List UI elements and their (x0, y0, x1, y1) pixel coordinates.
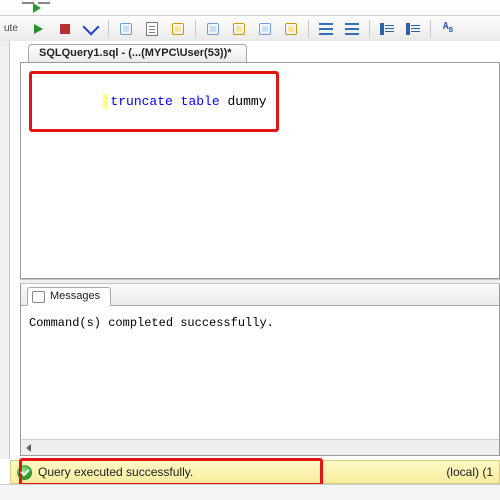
comment-icon (319, 23, 333, 35)
actual-plan-icon (259, 23, 271, 35)
uncomment-icon (345, 23, 359, 35)
execute-label-fragment: ute (4, 23, 18, 34)
toolbar-separator (195, 20, 196, 38)
stop-icon (60, 24, 70, 34)
stop-button[interactable] (54, 18, 76, 40)
increase-indent-button[interactable] (402, 18, 424, 40)
sql-keyword: table (181, 94, 220, 109)
uncomment-button[interactable] (341, 18, 363, 40)
toolbar-separator (430, 20, 431, 38)
sql-identifier: dummy (227, 94, 266, 109)
indent-icon (406, 23, 420, 35)
stats-icon (233, 23, 245, 35)
app-bottom-strip (0, 484, 500, 500)
sql-toolbar: ute AB (0, 15, 500, 41)
sql-keyword: truncate (110, 94, 172, 109)
file-icon (172, 23, 184, 35)
messages-tab[interactable]: Messages (27, 287, 111, 306)
line-highlight (103, 94, 108, 109)
results-text-button[interactable] (141, 18, 163, 40)
toolbar-separator (108, 20, 109, 38)
status-connection: (local) (1 (430, 465, 499, 479)
outline-gutter (10, 45, 18, 459)
client-stats-button[interactable] (228, 18, 250, 40)
toolbar-separator (369, 20, 370, 38)
live-stats-button[interactable] (280, 18, 302, 40)
include-plan-button[interactable] (202, 18, 224, 40)
parse-button[interactable] (80, 18, 102, 40)
decrease-indent-button[interactable] (376, 18, 398, 40)
query-file-tab-label: SQLQuery1.sql - (...(MYPC\User(53))* (39, 47, 232, 59)
toolbar-separator (308, 20, 309, 38)
messages-icon (32, 291, 45, 303)
outdent-icon (380, 23, 394, 35)
workspace: SQLQuery1.sql - (...(MYPC\User(53))* tru… (0, 41, 500, 500)
scroll-left-arrow[interactable] (21, 441, 37, 455)
highlight-annotation: truncate table dummy (29, 71, 279, 132)
left-dock-gutter[interactable] (0, 41, 10, 459)
play-small-icon (33, 3, 41, 13)
results-grid-button[interactable] (115, 18, 137, 40)
title-fragments (0, 0, 500, 4)
results-file-button[interactable] (167, 18, 189, 40)
messages-tab-label: Messages (50, 290, 100, 302)
specify-values-button[interactable]: AB (437, 18, 459, 40)
sql-editor[interactable]: truncate table dummy (20, 62, 500, 279)
status-text: Query executed successfully. (38, 465, 193, 479)
plan-icon (207, 23, 219, 35)
editor-panel: SQLQuery1.sql - (...(MYPC\User(53))* tru… (18, 41, 500, 459)
horizontal-scrollbar[interactable] (21, 439, 499, 455)
page-icon (146, 22, 158, 36)
ab-icon: AB (443, 21, 453, 36)
status-server: (local) (1 (446, 465, 493, 479)
check-icon (82, 18, 99, 35)
query-status-bar: Query executed successfully. (local) (1 (10, 460, 500, 484)
execute-button[interactable] (28, 18, 50, 40)
comment-button[interactable] (315, 18, 337, 40)
grid-icon (120, 23, 132, 35)
actual-plan-button[interactable] (254, 18, 276, 40)
results-panel: Messages Command(s) completed successful… (20, 284, 500, 456)
query-file-tab[interactable]: SQLQuery1.sql - (...(MYPC\User(53))* (28, 44, 247, 62)
success-icon (17, 465, 32, 480)
results-tab-bar: Messages (21, 284, 499, 306)
messages-output[interactable]: Command(s) completed successfully. (21, 306, 499, 330)
play-icon (34, 24, 43, 34)
top-chrome: ute AB (0, 0, 500, 41)
live-stats-icon (285, 23, 297, 35)
